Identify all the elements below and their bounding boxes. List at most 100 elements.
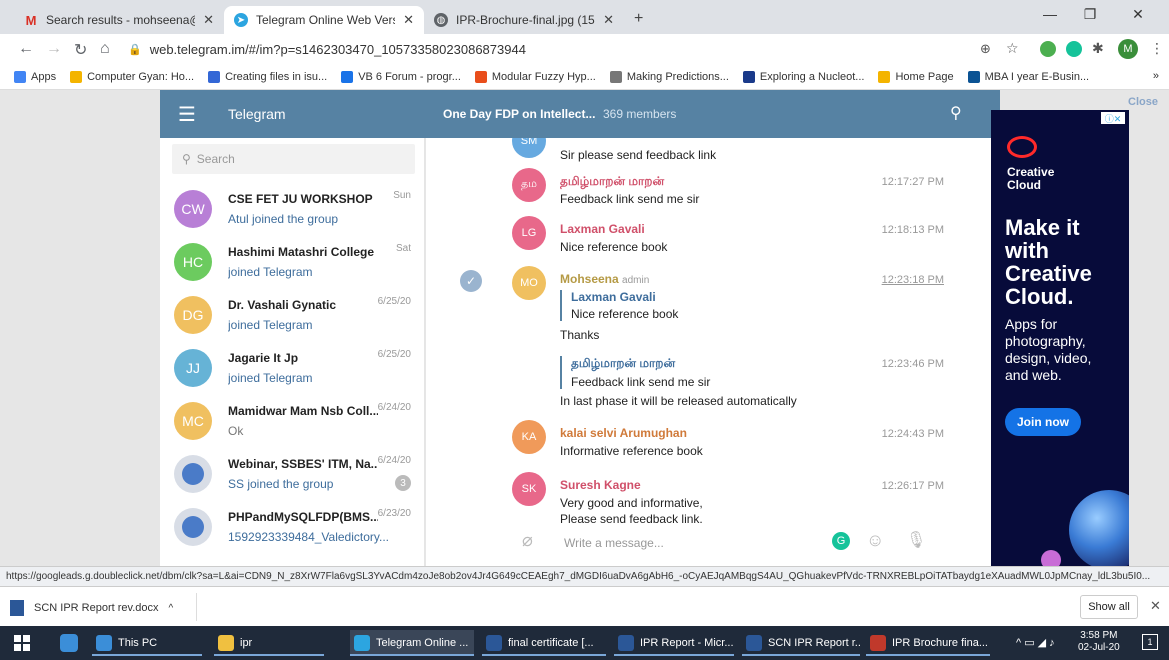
forward-icon[interactable]: → [46,40,62,58]
dialog-item[interactable]: Webinar, SSBES' ITM, Na... 6/24/20 SS join… [160,449,424,501]
tray-icons[interactable]: ^ ▭ ◢ ♪ [1016,636,1055,649]
dialog-item[interactable]: JJ Jagarie It Jp 6/25/20 joined Telegram [160,343,424,395]
puzzle-icon[interactable]: ✱ [1092,40,1104,57]
join-now-button[interactable]: Join now [1005,408,1081,436]
chat-title[interactable]: One Day FDP on Intellect... [443,107,595,121]
video-app-icon[interactable] [60,634,78,652]
search-icon[interactable]: ⚲ [950,103,962,123]
message-time: 12:23:18 PM [881,274,944,286]
attach-icon[interactable]: ⌀ [522,530,533,551]
grammarly-icon[interactable] [1066,41,1082,57]
tab-gmail[interactable]: M Search results - mohseena@gma ✕ [14,6,224,34]
menu-icon[interactable]: ⋮ [1150,40,1164,57]
new-tab-button[interactable]: + [634,10,643,28]
lock-icon: 🔒 [128,43,142,56]
taskbar-app-button[interactable]: IPR Brochure fina... [866,630,990,656]
window-close-icon[interactable]: ✕ [1118,6,1158,23]
chevron-up-icon[interactable]: ^ [169,603,174,614]
tab-telegram[interactable]: ➤ Telegram Online Web Version ✕ [224,6,424,34]
dialog-last-message: 1592923339484_Valedictory... [228,530,390,544]
avatar: MO [512,266,546,300]
dialog-item[interactable]: CW CSE FET JU WORKSHOP Sun Atul joined the … [160,184,424,236]
extension-icon[interactable] [1040,41,1056,57]
search-input[interactable]: ⚲ Search [172,144,415,174]
show-all-button[interactable]: Show all [1080,595,1138,619]
taskbar-app-button[interactable]: final certificate [... [482,630,606,656]
compose-input[interactable]: Write a message... [564,536,664,550]
microphone-icon[interactable]: 🎙 [906,530,926,550]
bookmark-item[interactable]: VB 6 Forum - progr... [341,70,461,83]
taskbar-app-button[interactable]: IPR Report - Micr... [614,630,734,656]
download-item[interactable]: SCN IPR Report rev.docx ^ [10,597,190,619]
message-time: 12:17:27 PM [881,176,944,188]
bookmark-icon [742,70,755,83]
taskbar-app-button[interactable]: This PC [92,630,202,656]
ad-close-button[interactable]: Close [1128,96,1158,108]
sender-name[interactable]: Suresh Kagne [560,478,641,492]
reload-icon[interactable]: ↻ [74,40,87,60]
reply-quote[interactable]: Laxman Gavali Nice reference book [560,290,678,321]
bookmark-item[interactable]: Modular Fuzzy Hyp... [474,70,596,83]
emoji-icon[interactable]: ☺ [866,530,884,551]
app-icon [486,635,502,651]
clock-time: 3:58 PM [1080,630,1118,641]
dialog-item[interactable]: HC Hashimi Matashri College Sat joined Tele… [160,237,424,289]
ad-headline-1: Make it [1005,215,1080,240]
adchoices-icon[interactable]: ⓘ✕ [1101,112,1125,124]
close-icon[interactable]: ✕ [203,12,214,28]
close-icon[interactable]: ✕ [403,12,414,28]
profile-avatar[interactable]: M [1118,39,1138,59]
dialog-date: 6/25/20 [377,349,411,360]
grammarly-icon[interactable]: G [832,532,850,550]
bookmark-item[interactable]: Exploring a Nucleot... [742,70,864,83]
bookmark-icon [341,70,354,83]
avatar: SM [512,138,546,158]
group-logo-icon [182,516,204,538]
close-icon[interactable]: ✕ [603,12,614,28]
bookmark-icon [878,70,891,83]
planet-small-graphic [1041,550,1061,566]
reply-quote[interactable]: தமிழ்மாறன் மாறன் Feedback link send me si… [560,356,710,389]
dialog-item[interactable]: PHPandMySQLFDP(BMS... 6/23/20 159292333948… [160,502,424,554]
taskbar-app-button[interactable]: SCN IPR Report r... [742,630,860,656]
avatar: JJ [174,349,212,387]
dialog-date: 6/25/20 [377,296,411,307]
dialog-name: CSE FET JU WORKSHOP [228,192,373,206]
back-icon[interactable]: ← [18,40,34,58]
dialog-date: 6/23/20 [377,508,411,519]
bookmarks-more[interactable]: » [1153,70,1159,82]
restore-icon[interactable]: ❐ [1070,6,1110,23]
windows-start-icon[interactable] [14,635,30,651]
star-icon[interactable]: ☆ [1006,40,1019,57]
bookmark-item[interactable]: Creating files in isu... [208,70,327,83]
sender-name[interactable]: Laxman Gavali [560,222,645,236]
sender-name[interactable]: தமிழ்மாறன் மாறன் [560,174,664,190]
minimize-icon[interactable]: — [1030,6,1070,22]
add-icon[interactable]: ⊕ [980,41,991,57]
sender-name[interactable]: Mohseena admin [560,272,649,286]
bookmark-apps[interactable]: Apps [14,70,56,83]
url-field[interactable]: 🔒 web.telegram.im/#/im?p=s1462303470_105… [128,37,1008,61]
dialog-item[interactable]: MC Mamidwar Mam Nsb Coll... 6/24/20 Ok [160,396,424,448]
globe-icon: ◍ [434,13,448,27]
bookmark-item[interactable]: Home Page [878,70,954,83]
taskbar-app-button[interactable]: ipr [214,630,324,656]
home-icon[interactable]: ⌂ [100,40,110,58]
bookmark-item[interactable]: Making Predictions... [609,70,729,83]
notifications-icon[interactable]: 1 [1142,634,1158,650]
avatar [174,508,212,546]
taskbar-app-button[interactable]: Telegram Online ... [350,630,474,656]
dialog-item[interactable]: DG Dr. Vashali Gynatic 6/25/20 joined Teleg… [160,290,424,342]
sender-name[interactable]: kalai selvi Arumughan [560,426,687,440]
creative-cloud-ad[interactable]: ⓘ✕ Creative Cloud Make it with Creative … [991,110,1129,566]
ad-sub-3: design, video, [1005,350,1092,366]
bookmarks-bar: Apps Computer Gyan: Ho... Creating files… [0,64,1169,90]
hamburger-menu-icon[interactable]: ☰ [178,102,196,127]
tab-brochure[interactable]: ◍ IPR-Brochure-final.jpg (1589×11 ✕ [424,6,624,34]
bookmark-item[interactable]: Computer Gyan: Ho... [70,70,194,83]
creative-cloud-logo-icon [1007,136,1037,158]
close-icon[interactable]: ✕ [1150,598,1161,614]
bookmark-item[interactable]: MBA I year E-Busin... [967,70,1089,83]
ad-headline-4: Cloud. [1005,284,1074,309]
selected-check-icon[interactable]: ✓ [460,270,482,292]
